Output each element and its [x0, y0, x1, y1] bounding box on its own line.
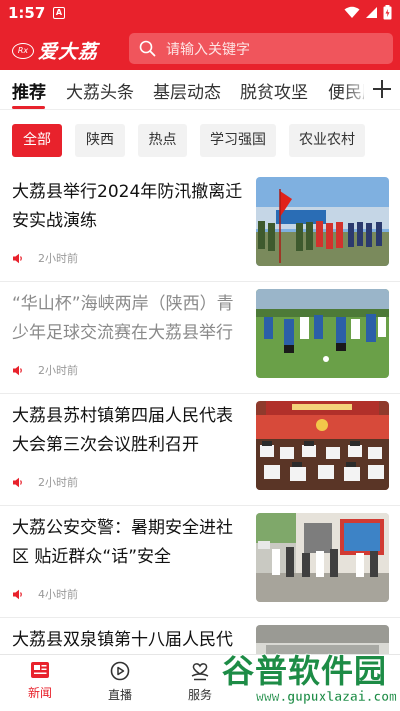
speaker-icon: [13, 477, 22, 487]
status-bar: 1:57 A: [0, 0, 400, 28]
football-photo-thumbnail: [256, 289, 389, 378]
flood-drill-photo-thumbnail: [256, 177, 389, 266]
nav-live-label: 直播: [107, 688, 132, 702]
signal-icon: [366, 7, 377, 18]
wifi-icon: [344, 6, 360, 18]
search-box[interactable]: 请输入关键字: [129, 33, 393, 64]
nav-news[interactable]: 新闻: [10, 661, 70, 701]
watermark-text: 谷普软件园: [221, 651, 388, 691]
news-time: 2小时前: [38, 364, 78, 377]
news-item[interactable]: 大荔县举行2024年防汛撤离迁安实战演练 2小时前: [0, 170, 400, 282]
watermark: 谷普软件园 www.gupuxlazai.com: [218, 646, 400, 711]
plus-icon: [373, 80, 391, 98]
news-title: 大荔县苏村镇第四届人民代表大会第三次会议胜利召开: [12, 406, 233, 455]
channel-tabs: 推荐 大荔头条 基层动态 脱贫攻坚 便民服务: [0, 70, 400, 110]
status-time: 1:57: [8, 4, 46, 22]
news-title: 大荔公安交警：暑期安全进社区 贴近群众“话”安全: [12, 518, 233, 567]
service-icon: [191, 663, 209, 681]
nav-news-label: 新闻: [27, 686, 52, 700]
logo-mark-icon: Rx: [12, 42, 34, 59]
tab-headlines[interactable]: 大荔头条: [66, 78, 134, 103]
notification-badge-icon: A: [53, 7, 65, 19]
tab-grassroots[interactable]: 基层动态: [153, 78, 221, 103]
news-item[interactable]: 大荔县苏村镇第四届人民代表大会第三次会议胜利召开 2小时前: [0, 394, 400, 506]
nav-live[interactable]: 直播: [90, 661, 150, 703]
news-item[interactable]: 大荔公安交警：暑期安全进社区 贴近群众“话”安全 4小时前: [0, 506, 400, 618]
news-time: 2小时前: [38, 476, 78, 489]
speaker-icon: [13, 365, 22, 375]
news-time: 2小时前: [38, 252, 78, 265]
meeting-hall-photo-thumbnail: [256, 401, 389, 490]
system-icons: [344, 5, 392, 20]
add-channel-button[interactable]: [364, 70, 400, 108]
tab-poverty[interactable]: 脱贫攻坚: [240, 78, 308, 103]
filter-chips: 全部 陕西 热点 学习强国 农业农村: [0, 124, 400, 158]
active-tab-indicator: [12, 106, 45, 109]
news-meta: 4小时前: [12, 586, 78, 602]
chip-xuexi[interactable]: 学习强国: [200, 124, 276, 157]
chip-agriculture[interactable]: 农业农村: [289, 124, 365, 157]
battery-icon: [383, 5, 392, 20]
search-icon: [139, 40, 156, 57]
app-header: Rx 爱大荔 请输入关键字: [0, 32, 400, 66]
watermark-url: www.gupuxlazai.com: [256, 690, 397, 706]
community-photo-thumbnail: [256, 513, 389, 602]
chip-shaanxi[interactable]: 陕西: [75, 124, 125, 157]
news-meta: 2小时前: [12, 250, 78, 266]
chip-all[interactable]: 全部: [12, 124, 62, 157]
top-bar: 1:57 A Rx 爱大荔 请输入关键字: [0, 0, 400, 70]
search-placeholder: 请输入关键字: [166, 41, 250, 58]
app-logo: Rx 爱大荔: [12, 37, 98, 64]
news-time: 4小时前: [38, 588, 78, 601]
news-item[interactable]: “华山杯”海峡两岸（陕西）青少年足球交流赛在大荔县举行 2小时前: [0, 282, 400, 394]
app-screen: 1:57 A Rx 爱大荔 请输入关键字 推荐 大荔头条 基层动态 脱贫攻坚 便…: [0, 0, 400, 711]
news-title: “华山杯”海峡两岸（陕西）青少年足球交流赛在大荔县举行: [12, 294, 234, 343]
live-icon: [110, 661, 130, 681]
app-name: 爱大荔: [38, 41, 99, 63]
news-meta: 2小时前: [12, 474, 78, 490]
news-title: 大荔县举行2024年防汛撤离迁安实战演练: [12, 182, 243, 231]
news-icon: [31, 662, 49, 678]
chip-hot[interactable]: 热点: [138, 124, 187, 157]
news-meta: 2小时前: [12, 362, 78, 378]
speaker-icon: [13, 253, 22, 263]
speaker-icon: [13, 589, 22, 599]
tab-recommend[interactable]: 推荐: [12, 78, 46, 103]
